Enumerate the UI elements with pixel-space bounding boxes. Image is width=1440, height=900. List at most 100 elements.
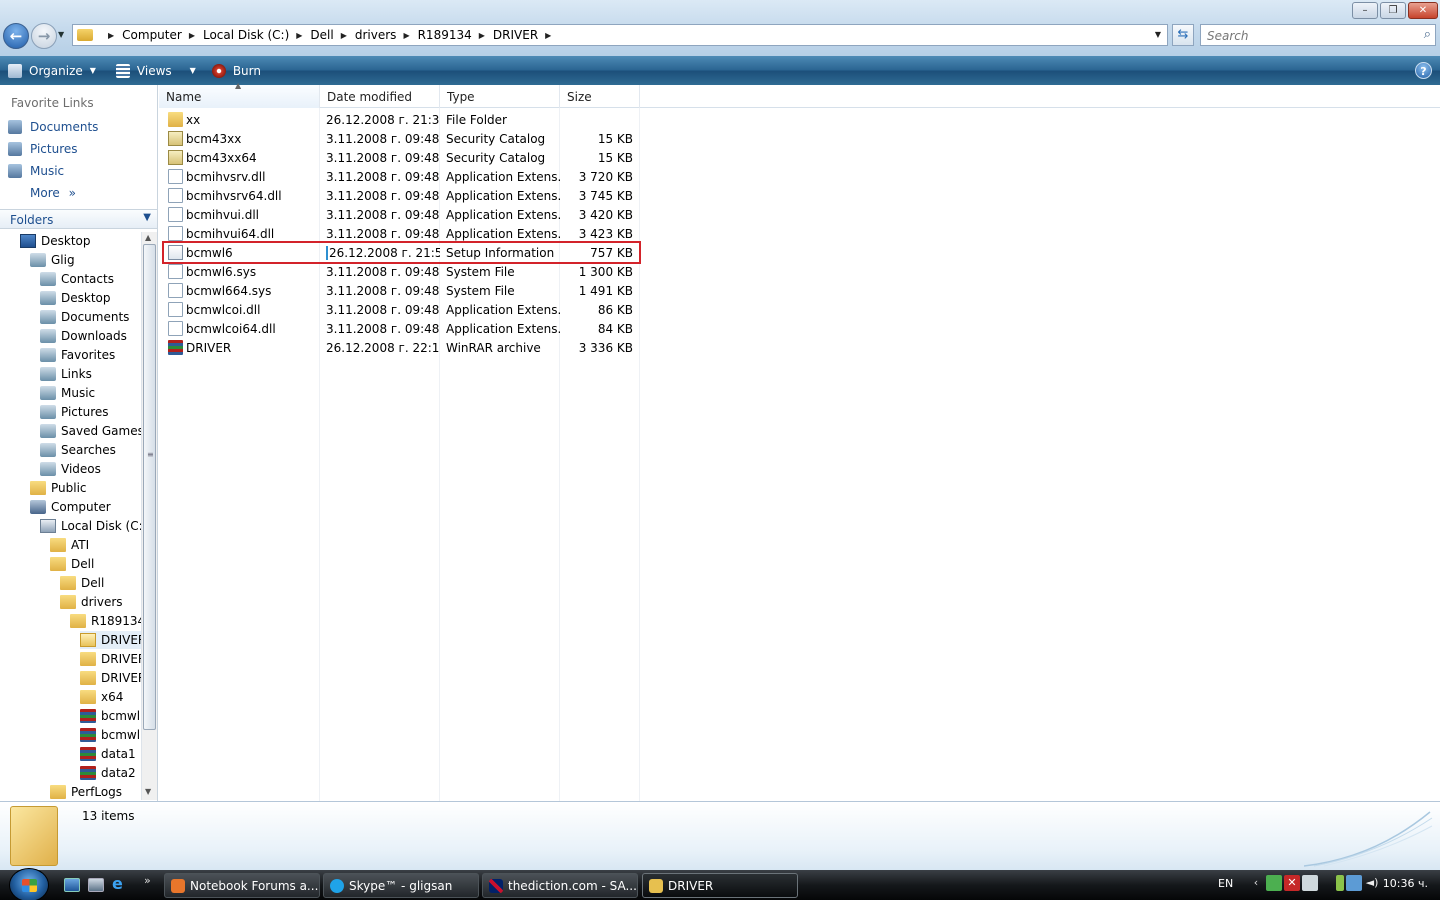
file-row[interactable]: bcmihvsrv.dll 3.11.2008 г. 09:48 ч. Appl… — [164, 167, 639, 186]
tree-scrollbar[interactable]: ▲ ≡ ▼ — [141, 232, 157, 800]
chevron-right-icon[interactable]: ▶ — [403, 31, 409, 40]
favorites-more-link[interactable]: More » — [30, 186, 76, 200]
tree-item-bcmwl-2[interactable]: bcmwl — [80, 726, 140, 744]
chevron-right-icon[interactable]: ▶ — [108, 31, 114, 40]
taskbar-button-firefox[interactable]: Notebook Forums a... — [164, 873, 320, 898]
chevron-right-icon[interactable]: ▶ — [479, 31, 485, 40]
tree-item-links[interactable]: Links — [40, 365, 92, 383]
tree-item-desktop[interactable]: Desktop — [20, 232, 91, 250]
address-field[interactable]: ▶ Computer ▶ Local Disk (C:) ▶ Dell ▶ dr… — [72, 24, 1168, 46]
clock[interactable]: 10:36 ч. — [1383, 877, 1428, 890]
tree-item-driver-selected[interactable]: DRIVER — [80, 631, 141, 649]
file-row[interactable]: xx 26.12.2008 г. 21:36... File Folder — [164, 110, 639, 129]
file-row[interactable]: bcmwl664.sys 3.11.2008 г. 09:48 ч. Syste… — [164, 281, 639, 300]
language-indicator[interactable]: EN — [1218, 877, 1233, 890]
tree-item-videos[interactable]: Videos — [40, 460, 101, 478]
scrollbar-thumb[interactable]: ≡ — [143, 244, 156, 730]
organize-button[interactable]: Organize ▼ — [2, 59, 102, 83]
breadcrumb-dell[interactable]: Dell — [310, 28, 333, 42]
tree-item-driver-2[interactable]: DRIVER — [80, 650, 141, 668]
tree-item-data2[interactable]: data2 — [80, 764, 136, 782]
tray-expand-icon[interactable]: ‹ — [1248, 875, 1264, 891]
quicklaunch-more-icon[interactable]: » — [144, 874, 151, 887]
burn-button[interactable]: Burn — [206, 59, 267, 83]
views-button[interactable]: Views ▼ — [110, 59, 202, 83]
search-icon[interactable]: ⌕ — [1424, 27, 1431, 42]
file-row-highlighted[interactable]: bcmwl6 26.12.2008 г. 21:57... Setup Info… — [162, 241, 641, 264]
breadcrumb-drivers[interactable]: drivers — [355, 28, 397, 42]
chevron-right-icon[interactable]: ▶ — [545, 31, 551, 40]
favorite-music[interactable]: Music — [8, 164, 64, 178]
internet-explorer-icon[interactable]: e — [112, 874, 128, 893]
breadcrumb-r189134[interactable]: R189134 — [418, 28, 472, 42]
file-row[interactable]: bcmihvui.dll 3.11.2008 г. 09:48 ч. Appli… — [164, 205, 639, 224]
tree-item-drivers[interactable]: drivers — [60, 593, 123, 611]
forward-button[interactable]: → — [31, 23, 57, 49]
address-dropdown-icon[interactable]: ▼ — [1155, 30, 1161, 39]
column-header-name[interactable]: Name ▲ — [159, 81, 320, 108]
tree-item-x64[interactable]: x64 — [80, 688, 123, 706]
tree-item-favorites[interactable]: Favorites — [40, 346, 115, 364]
network-icon[interactable] — [1346, 875, 1362, 891]
tree-item-glig[interactable]: Glig — [30, 251, 75, 269]
breadcrumb-driver[interactable]: DRIVER — [493, 28, 538, 42]
file-row[interactable]: DRIVER 26.12.2008 г. 22:16... WinRAR arc… — [164, 338, 639, 357]
refresh-button[interactable]: ⇆ — [1172, 24, 1194, 46]
tree-item-downloads[interactable]: Downloads — [40, 327, 127, 345]
favorite-pictures[interactable]: Pictures — [8, 142, 78, 156]
volume-icon[interactable]: ◄) — [1364, 875, 1380, 891]
tree-item-driver-3[interactable]: DRIVER — [80, 669, 141, 687]
tree-item-searches[interactable]: Searches — [40, 441, 116, 459]
file-row[interactable]: bcmwlcoi64.dll 3.11.2008 г. 09:48 ч. App… — [164, 319, 639, 338]
scroll-down-icon[interactable]: ▼ — [145, 787, 151, 796]
tree-item-data1[interactable]: data1 — [80, 745, 136, 763]
help-button[interactable]: ? — [1415, 62, 1432, 79]
file-row[interactable]: bcmihvui64.dll 3.11.2008 г. 09:48 ч. App… — [164, 224, 639, 243]
tree-item-dell-sub[interactable]: Dell — [60, 574, 104, 592]
file-row[interactable]: bcm43xx64 3.11.2008 г. 09:48 ч. Security… — [164, 148, 639, 167]
switch-windows-icon[interactable] — [88, 878, 104, 892]
recent-pages-dropdown[interactable]: ▼ — [58, 30, 64, 39]
close-button[interactable]: ✕ — [1408, 2, 1438, 19]
breadcrumb-local-disk[interactable]: Local Disk (C:) — [203, 28, 289, 42]
taskbar-button-thediction[interactable]: thediction.com - SA... — [482, 873, 638, 898]
tree-item-local-disk[interactable]: Local Disk (C:) — [40, 517, 141, 535]
tree-item-dell[interactable]: Dell — [50, 555, 94, 573]
tree-item-documents[interactable]: Documents — [40, 308, 129, 326]
tree-item-saved-games[interactable]: Saved Games — [40, 422, 141, 440]
tree-item-ati[interactable]: ATI — [50, 536, 89, 554]
tree-item-perflogs[interactable]: PerfLogs — [50, 783, 122, 800]
firewall-icon[interactable]: ✕ — [1284, 875, 1300, 891]
tree-item-desktop-user[interactable]: Desktop — [40, 289, 111, 307]
file-row[interactable]: bcmihvsrv64.dll 3.11.2008 г. 09:48 ч. Ap… — [164, 186, 639, 205]
tree-item-computer[interactable]: Computer — [30, 498, 111, 516]
start-button[interactable] — [9, 868, 49, 900]
tree-item-bcmwl-1[interactable]: bcmwl — [80, 707, 140, 725]
chevron-right-icon[interactable]: ▶ — [296, 31, 302, 40]
chevron-right-icon[interactable]: ▶ — [341, 31, 347, 40]
file-row[interactable]: bcmwl6.sys 3.11.2008 г. 09:48 ч. System … — [164, 262, 639, 281]
maximize-button[interactable]: ❐ — [1380, 2, 1406, 19]
taskbar-button-skype[interactable]: Skype™ - gligsan — [323, 873, 479, 898]
tree-item-public[interactable]: Public — [30, 479, 87, 497]
tree-item-contacts[interactable]: Contacts — [40, 270, 114, 288]
show-desktop-icon[interactable] — [64, 878, 80, 892]
tree-item-pictures[interactable]: Pictures — [40, 403, 109, 421]
back-button[interactable]: ← — [3, 23, 29, 49]
favorite-documents[interactable]: Documents — [8, 120, 98, 134]
security-shield-icon[interactable] — [1266, 875, 1282, 891]
minimize-button[interactable]: – — [1352, 2, 1378, 19]
tree-item-r189134[interactable]: R189134 — [70, 612, 141, 630]
file-row[interactable]: bcmwlcoi.dll 3.11.2008 г. 09:48 ч. Appli… — [164, 300, 639, 319]
file-row[interactable]: bcm43xx 3.11.2008 г. 09:48 ч. Security C… — [164, 129, 639, 148]
battery-icon[interactable] — [1336, 875, 1344, 891]
column-header-date[interactable]: Date modified — [320, 85, 440, 108]
column-header-type[interactable]: Type — [440, 85, 560, 108]
tree-item-music[interactable]: Music — [40, 384, 95, 402]
search-input[interactable]: Search ⌕ — [1200, 24, 1436, 46]
breadcrumb-computer[interactable]: Computer — [122, 28, 182, 42]
chevron-right-icon[interactable]: ▶ — [189, 31, 195, 40]
scroll-up-icon[interactable]: ▲ — [145, 233, 151, 242]
column-header-size[interactable]: Size — [560, 85, 640, 108]
display-icon[interactable] — [1302, 875, 1318, 891]
